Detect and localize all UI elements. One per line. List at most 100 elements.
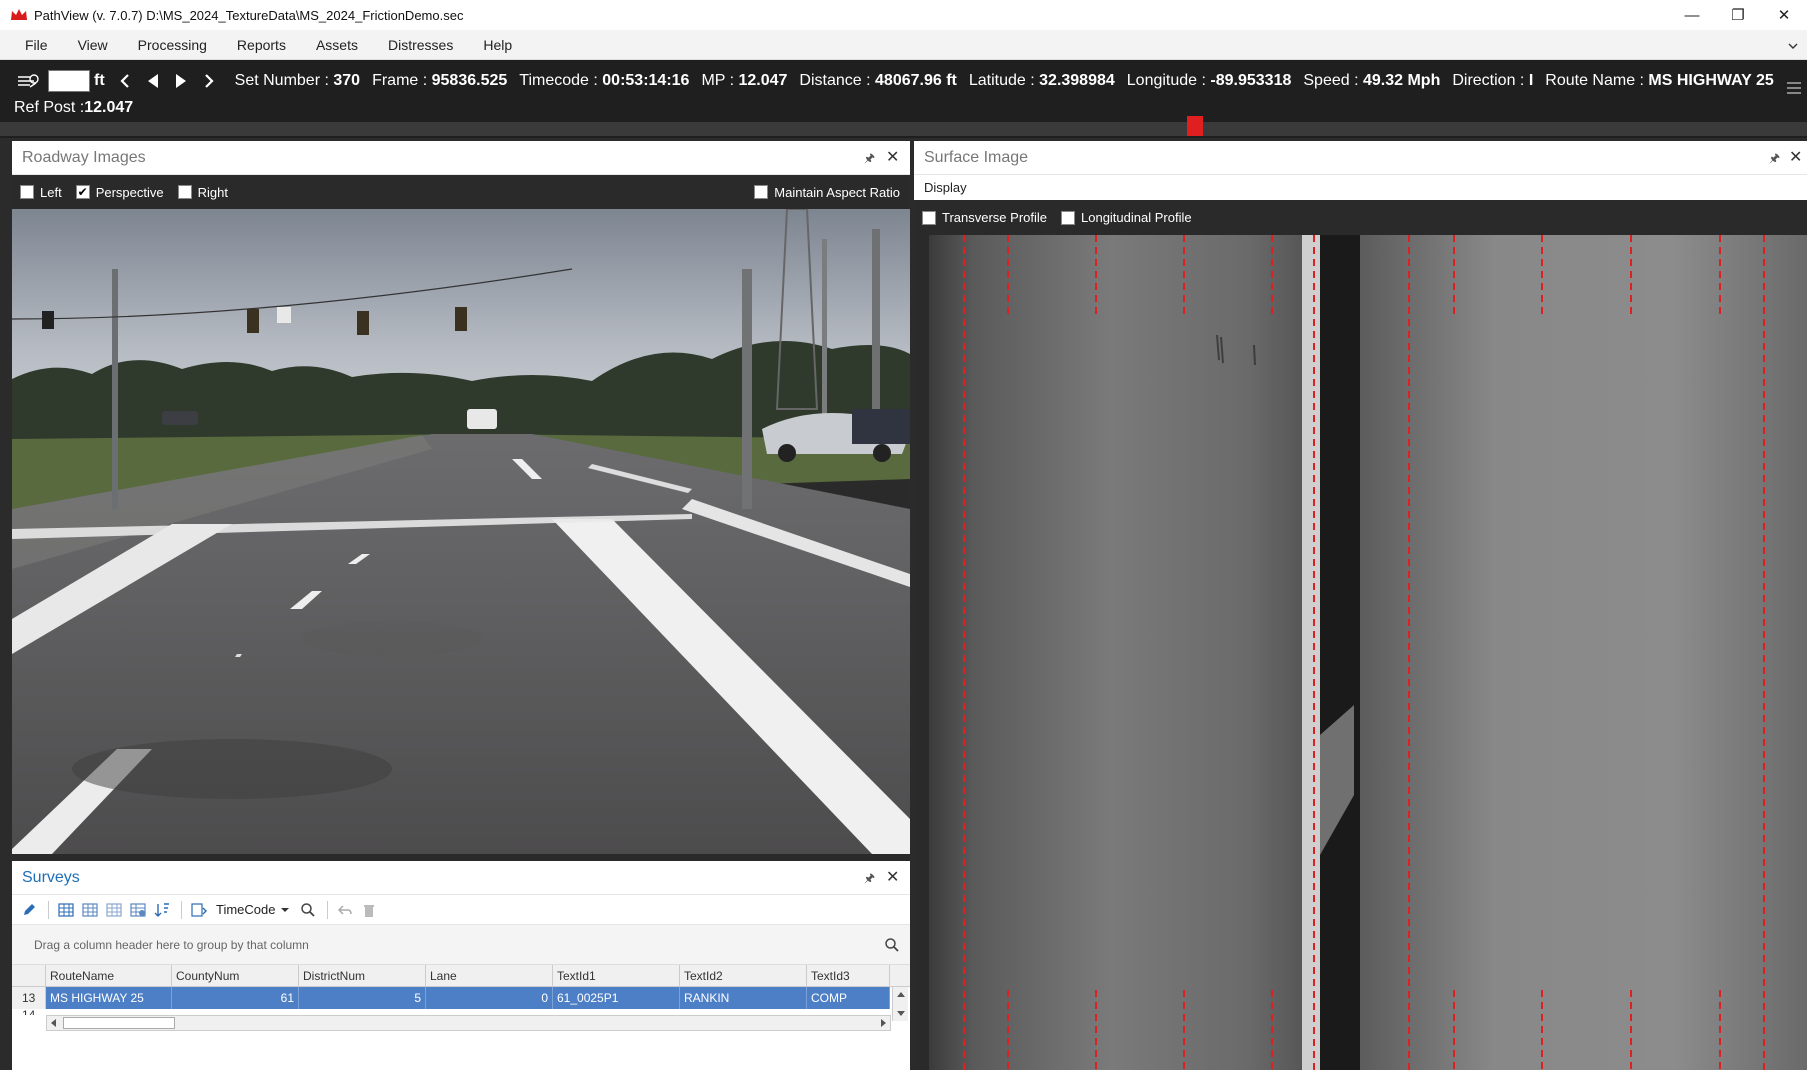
menu-distresses[interactable]: Distresses — [373, 37, 468, 53]
edit-pencil-icon[interactable] — [18, 900, 40, 920]
grid-view-icon[interactable] — [55, 900, 77, 920]
direction-field: Direction : I — [1452, 72, 1534, 89]
roadway-panel-title: Roadway Images — [22, 148, 146, 166]
close-window-button[interactable]: ✕ — [1761, 0, 1807, 30]
search-icon[interactable] — [884, 937, 900, 953]
sort-icon[interactable] — [151, 900, 173, 920]
menu-help[interactable]: Help — [468, 37, 527, 53]
surveys-panel-header: Surveys 🖈 ✕ — [12, 861, 910, 895]
pathview-app: PathView (v. 7.0.7) D:\MS_2024_TextureDa… — [0, 0, 1807, 1070]
roadway-view-options: Left ✔ Perspective Right Maintain Aspect … — [12, 175, 910, 209]
play-reverse-button[interactable] — [139, 69, 167, 93]
route-name-field: Route Name : MS HIGHWAY 25 — [1545, 72, 1774, 89]
surveys-panel: Surveys 🖈 ✕ TimeCode Drag a column heade… — [12, 861, 910, 1070]
menu-reports[interactable]: Reports — [222, 37, 301, 53]
dropdown-arrow-icon[interactable] — [279, 904, 291, 916]
column-header-lane[interactable]: Lane — [426, 965, 553, 986]
roadway-images-panel: Roadway Images 🖈 ✕ Left ✔ Perspective Rig… — [12, 141, 910, 861]
frame-info-bar: ft Set Number : 370 Frame : 95836.525 Ti… — [0, 60, 1807, 138]
menu-assets[interactable]: Assets — [301, 37, 373, 53]
surface-image-panel: Surface Image 🖈 ✕ Display Transverse Pro… — [914, 141, 1807, 1070]
restore-button[interactable]: ❐ — [1715, 0, 1761, 30]
settings-wheel-icon[interactable] — [14, 70, 42, 92]
timecode-dropdown[interactable]: TimeCode — [216, 902, 275, 917]
cell-textid2[interactable]: RANKIN — [680, 987, 807, 1009]
surface-profile-options: Transverse Profile Longitudinal Profile — [914, 200, 1807, 235]
column-header-textid1[interactable]: TextId1 — [553, 965, 680, 986]
set-number-field: Set Number : 370 — [234, 72, 361, 89]
menu-view[interactable]: View — [63, 37, 123, 53]
scrollbar-thumb[interactable] — [63, 1017, 175, 1029]
table-row[interactable]: 13 MS HIGHWAY 25 61 5 0 61_0025P1 RANKIN… — [12, 987, 910, 1009]
hamburger-menu-icon[interactable] — [1787, 82, 1801, 94]
window-controls: — ❐ ✕ — [1669, 0, 1807, 30]
menu-processing[interactable]: Processing — [123, 37, 222, 53]
step-forward-button[interactable] — [195, 69, 223, 93]
vertical-scrollbar[interactable] — [892, 987, 908, 1021]
cell-textid3[interactable]: COMP — [807, 987, 890, 1009]
chevron-down-icon[interactable] — [1787, 40, 1799, 52]
column-header-textid3[interactable]: TextId3 — [807, 965, 890, 986]
distance-step-input[interactable] — [48, 70, 90, 92]
cell-lane[interactable]: 0 — [426, 987, 553, 1009]
column-header-routename[interactable]: RouteName — [46, 965, 172, 986]
partial-row-number: 14 — [22, 1009, 35, 1015]
row-number: 13 — [12, 987, 46, 1009]
step-back-button[interactable] — [111, 69, 139, 93]
left-view-checkbox[interactable]: Left — [20, 185, 62, 200]
surface-panel-title: Surface Image — [924, 148, 1029, 166]
surface-panel-header: Surface Image 🖈 ✕ — [914, 141, 1807, 175]
close-icon[interactable]: ✕ — [886, 147, 899, 167]
timeline-position-marker[interactable] — [1187, 116, 1203, 136]
surveys-toolbar: TimeCode — [12, 895, 910, 925]
longitudinal-profile-checkbox[interactable]: Longitudinal Profile — [1061, 210, 1192, 225]
roadway-panel-header: Roadway Images 🖈 ✕ — [12, 141, 910, 175]
column-header-districtnum[interactable]: DistrictNum — [299, 965, 426, 986]
display-menu[interactable]: Display — [914, 175, 1807, 200]
window-title: PathView (v. 7.0.7) D:\MS_2024_TextureDa… — [34, 7, 464, 23]
cell-textid1[interactable]: 61_0025P1 — [553, 987, 680, 1009]
right-view-checkbox[interactable]: Right — [177, 185, 228, 200]
horizontal-scrollbar[interactable] — [46, 1015, 891, 1031]
frame-field: Frame : 95836.525 — [372, 72, 508, 89]
column-chooser-icon[interactable] — [188, 900, 210, 920]
grid-rows-icon[interactable] — [103, 900, 125, 920]
roadway-photo — [12, 209, 910, 854]
delete-trash-icon[interactable] — [358, 900, 380, 920]
distance-field: Distance : 48067.96 ft — [799, 72, 957, 89]
unit-label: ft — [94, 72, 105, 89]
menu-file[interactable]: File — [0, 37, 63, 53]
pin-icon[interactable]: 🖈 — [1769, 149, 1780, 170]
minimize-button[interactable]: — — [1669, 0, 1715, 30]
column-header-countynum[interactable]: CountyNum — [172, 965, 299, 986]
timeline-track[interactable] — [0, 114, 1807, 138]
frame-info-row: ft Set Number : 370 Frame : 95836.525 Ti… — [14, 68, 1774, 94]
column-header-textid2[interactable]: TextId2 — [680, 965, 807, 986]
cell-countynum[interactable]: 61 — [172, 987, 299, 1009]
menu-bar: File View Processing Reports Assets Dist… — [0, 30, 1807, 60]
cell-districtnum[interactable]: 5 — [299, 987, 426, 1009]
timecode-field: Timecode : 00:53:14:16 — [519, 72, 690, 89]
title-bar: PathView (v. 7.0.7) D:\MS_2024_TextureDa… — [0, 0, 1807, 30]
cell-routename[interactable]: MS HIGHWAY 25 — [46, 987, 172, 1009]
surface-texture-image — [914, 235, 1807, 1070]
undo-icon[interactable] — [334, 900, 356, 920]
maintain-aspect-ratio-checkbox[interactable]: Maintain Aspect Ratio — [754, 185, 900, 200]
grid-header: RouteName CountyNum DistrictNum Lane Tex… — [12, 965, 910, 987]
pin-icon[interactable]: 🖈 — [864, 149, 875, 170]
grid-settings-icon[interactable] — [127, 900, 149, 920]
mp-field: MP : 12.047 — [701, 72, 788, 89]
group-by-drop-area[interactable]: Drag a column header here to group by th… — [12, 925, 910, 965]
perspective-view-checkbox[interactable]: ✔ Perspective — [75, 185, 164, 200]
speed-field: Speed : 49.32 Mph — [1303, 72, 1441, 89]
search-icon[interactable] — [297, 900, 319, 920]
close-icon[interactable]: ✕ — [886, 867, 899, 887]
transverse-profile-checkbox[interactable]: Transverse Profile — [922, 210, 1047, 225]
surveys-panel-title: Surveys — [22, 868, 80, 886]
pin-icon[interactable]: 🖈 — [864, 869, 875, 890]
crown-logo-icon — [11, 9, 27, 20]
close-icon[interactable]: ✕ — [1789, 147, 1802, 167]
play-button[interactable] — [167, 69, 195, 93]
grid-columns-icon[interactable] — [79, 900, 101, 920]
latitude-field: Latitude : 32.398984 — [968, 72, 1115, 89]
